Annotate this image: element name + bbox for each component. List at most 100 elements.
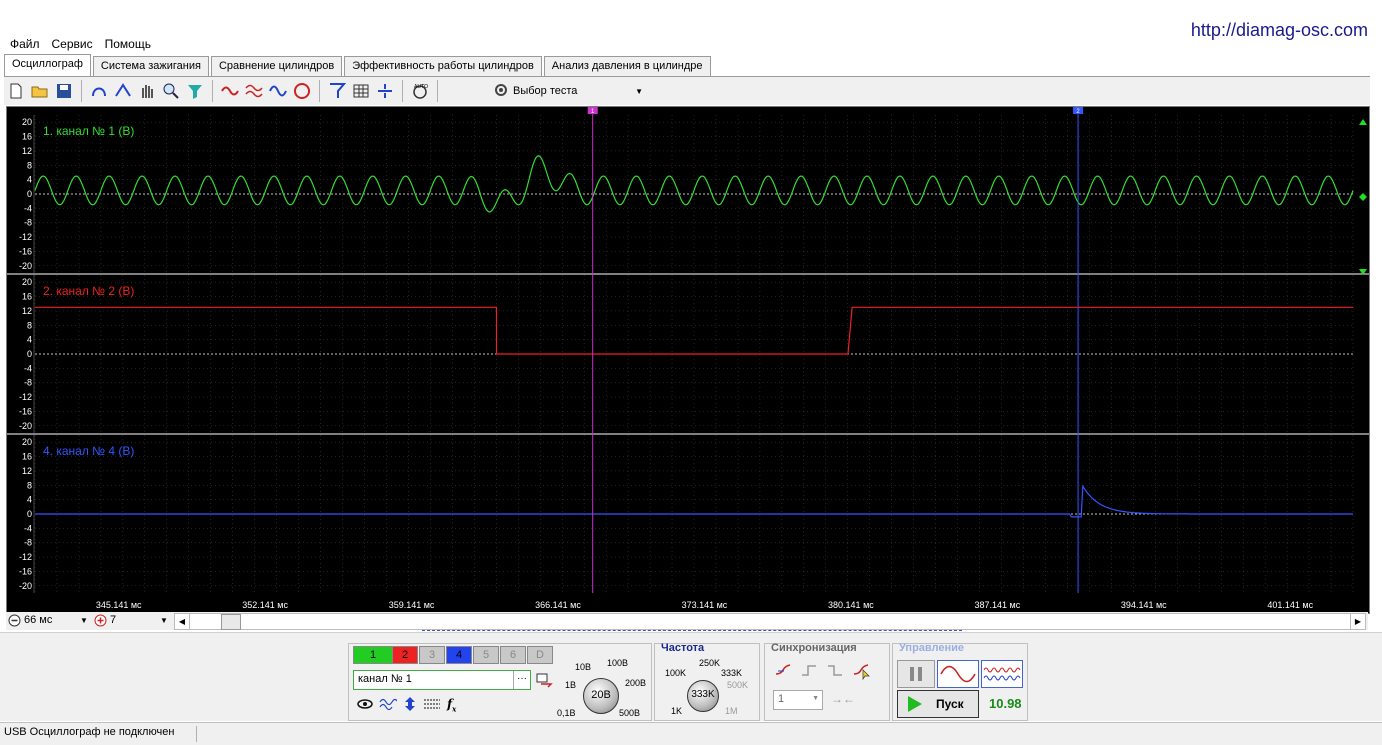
tab-oscilloscope[interactable]: Осциллограф: [4, 54, 91, 76]
y-tick-label: 8: [27, 480, 32, 490]
y-tick-label: 4: [27, 335, 32, 345]
chevron-down-icon[interactable]: ▼: [160, 616, 168, 625]
menu-service[interactable]: Сервис: [46, 36, 99, 54]
chevron-down-icon: ▼: [812, 695, 819, 702]
menu-bar: Файл Сервис Помощь: [4, 36, 157, 54]
voltage-label-200v: 200В: [625, 678, 647, 688]
y-tick-label: 0: [27, 349, 32, 359]
channel-button-1[interactable]: 1: [353, 646, 393, 664]
line-style-icon[interactable]: [423, 697, 441, 714]
y-tick-label: 16: [22, 292, 32, 302]
channel-button-3[interactable]: 3: [419, 646, 445, 664]
new-file-icon[interactable]: [5, 80, 27, 102]
freq-label-333k: 333K: [721, 668, 743, 678]
chevron-down-icon[interactable]: ▼: [80, 616, 88, 625]
filter-icon[interactable]: [184, 80, 206, 102]
y-tick-label: -8: [24, 538, 32, 548]
voltage-value: 20В: [591, 689, 611, 701]
scroll-thumb[interactable]: [221, 614, 241, 630]
grid-icon[interactable]: [350, 80, 372, 102]
single-wave-button[interactable]: [937, 660, 979, 688]
hand-pan-icon[interactable]: [136, 80, 158, 102]
zoom-strip: 66 мс ▼ 7 ▼ ◀ ▶: [6, 612, 1368, 631]
channel-name-value: канал № 1: [358, 673, 412, 685]
x-tick-label: 352.141 мс: [242, 600, 288, 610]
menu-help[interactable]: Помощь: [99, 36, 157, 54]
y-tick-label: -8: [24, 378, 32, 388]
function-icon[interactable]: fx: [447, 697, 456, 713]
channel-button-4[interactable]: 4: [446, 646, 472, 664]
test-select-dropdown[interactable]: Выбор теста ▼: [493, 81, 643, 101]
y-tick-label: -12: [19, 232, 32, 242]
zoom-out-icon[interactable]: [8, 614, 21, 630]
sync-channel-select[interactable]: 1 ▼: [773, 690, 823, 710]
start-button[interactable]: Пуск: [897, 690, 979, 718]
time-scale-value[interactable]: 66 мс: [24, 614, 52, 626]
probe-icon[interactable]: [88, 80, 110, 102]
channel-view-icon[interactable]: [267, 80, 289, 102]
channel-offset-marker[interactable]: [1359, 193, 1367, 201]
tab-cylinder-pressure[interactable]: Анализ давления в цилиндре: [543, 56, 711, 76]
sync-arrows-icon[interactable]: →←: [831, 692, 855, 706]
pause-button[interactable]: [897, 660, 935, 688]
toolbar-separator: [437, 80, 438, 102]
trigger-icon[interactable]: [326, 80, 348, 102]
tab-ignition-system[interactable]: Система зажигания: [92, 56, 209, 76]
open-folder-icon[interactable]: [29, 80, 51, 102]
y-tick-label: -8: [24, 218, 32, 228]
rising-step-icon[interactable]: [801, 662, 819, 683]
save-icon[interactable]: [53, 80, 75, 102]
wave-filter-icon[interactable]: [379, 697, 399, 714]
channel-scale-value[interactable]: 7: [110, 614, 116, 626]
auto-detect-icon[interactable]: AUTO: [409, 80, 431, 102]
channel-button-6[interactable]: 6: [500, 646, 526, 664]
y-tick-label: -16: [19, 246, 32, 256]
more-options-icon[interactable]: ···: [513, 671, 530, 689]
x-tick-label: 373.141 мс: [682, 600, 728, 610]
horizontal-scrollbar[interactable]: ◀ ▶: [174, 613, 1366, 630]
oscilloscope-display[interactable]: 20 16 12 8 4 0 -4 -8 -12 -16 -20 1. канал № 1 (В) 20…: [6, 106, 1370, 614]
multi-wave-button[interactable]: [981, 660, 1023, 688]
scroll-left-icon[interactable]: ◀: [175, 614, 190, 629]
channel-button-5[interactable]: 5: [473, 646, 499, 664]
y-tick-label: -16: [19, 566, 32, 576]
voltage-label-10v: 10В: [575, 662, 592, 672]
tab-cylinder-comparison[interactable]: Сравнение цилиндров: [210, 56, 343, 76]
split-icon[interactable]: [374, 80, 396, 102]
tab-cylinder-efficiency[interactable]: Эффективность работы цилиндров: [344, 56, 542, 76]
channel-label-3: 4. канал № 4 (В): [43, 444, 134, 458]
voltage-label-100v: 100В: [607, 658, 629, 668]
falling-step-icon[interactable]: [827, 662, 845, 683]
channel-color-icon[interactable]: [535, 672, 553, 693]
auto-scale-icon[interactable]: [291, 80, 313, 102]
frequency-group: Частота 250K 100K 333K 500K 1K 1M 333K: [654, 642, 760, 721]
rising-edge-icon[interactable]: [775, 662, 793, 683]
channel-label-2: 2. канал № 2 (В): [43, 284, 134, 298]
channel-button-d[interactable]: D: [527, 646, 553, 664]
zoom-icon[interactable]: [160, 80, 182, 102]
series-channel-2: [35, 306, 1353, 355]
sync-cursor-icon[interactable]: [853, 662, 871, 683]
overlay-icon[interactable]: [243, 80, 265, 102]
frequency-knob[interactable]: 333K: [687, 680, 719, 712]
scroll-up-marker[interactable]: [1359, 119, 1367, 125]
y-tick-label: 16: [22, 452, 32, 462]
eye-icon[interactable]: [357, 697, 373, 714]
menu-file[interactable]: Файл: [4, 36, 46, 54]
scroll-right-icon[interactable]: ▶: [1350, 614, 1365, 629]
multi-wave-icon: [983, 667, 1021, 681]
vertical-scale-icon[interactable]: [403, 696, 417, 715]
frequency-value: 333K: [691, 689, 715, 700]
y-tick-label: -12: [19, 392, 32, 402]
channel-name-field[interactable]: канал № 1 ···: [353, 670, 531, 690]
cursor-measure-icon[interactable]: [112, 80, 134, 102]
y-tick-label: 12: [22, 146, 32, 156]
voltage-label-1v: 1В: [565, 680, 577, 690]
voltage-knob[interactable]: 20В: [583, 678, 619, 714]
channel-button-2[interactable]: 2: [392, 646, 418, 664]
site-url: http://diamag-osc.com: [1190, 20, 1368, 40]
invert-icon[interactable]: [219, 80, 241, 102]
y-tick-label: 4: [27, 175, 32, 185]
y-tick-label: -4: [24, 523, 32, 533]
zoom-in-icon[interactable]: [94, 614, 107, 630]
